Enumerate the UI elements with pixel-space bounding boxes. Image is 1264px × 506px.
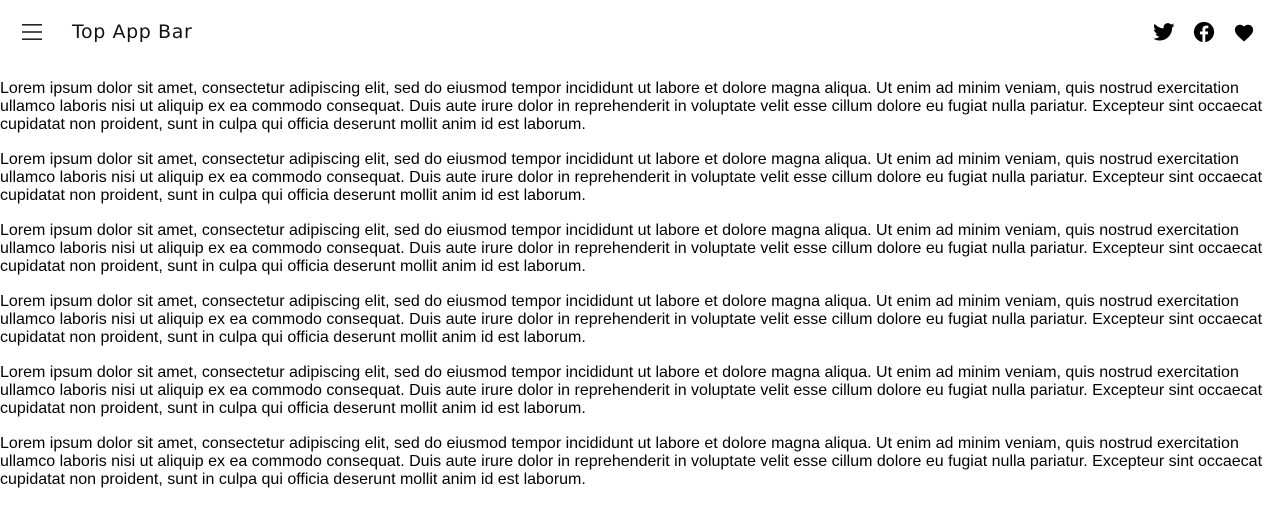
- facebook-icon: [1193, 21, 1215, 43]
- paragraph-line: Lorem ipsum dolor sit amet, consectetur …: [0, 293, 1239, 310]
- page-title: Top App Bar: [72, 21, 193, 43]
- paragraph: Lorem ipsum dolor sit amet, consectetur …: [0, 293, 1264, 347]
- paragraph-line: cupidatat non proident, sunt in culpa qu…: [0, 329, 586, 346]
- paragraph: Lorem ipsum dolor sit amet, consectetur …: [0, 222, 1264, 276]
- paragraph-line: Lorem ipsum dolor sit amet, consectetur …: [0, 364, 1239, 381]
- twitter-icon: [1153, 23, 1175, 41]
- menu-icon: [22, 24, 42, 40]
- paragraph-line: Lorem ipsum dolor sit amet, consectetur …: [0, 80, 1239, 97]
- facebook-button[interactable]: [1184, 12, 1224, 52]
- paragraph-line: cupidatat non proident, sunt in culpa qu…: [0, 116, 586, 133]
- top-app-bar: Top App Bar: [0, 0, 1264, 64]
- paragraph-line: cupidatat non proident, sunt in culpa qu…: [0, 258, 586, 275]
- paragraph: Lorem ipsum dolor sit amet, consectetur …: [0, 80, 1264, 134]
- paragraph-line: cupidatat non proident, sunt in culpa qu…: [0, 471, 586, 488]
- paragraph-line: ullamco laboris nisi ut aliquip ex ea co…: [0, 311, 1263, 328]
- favorite-button[interactable]: [1224, 12, 1264, 52]
- paragraph-line: cupidatat non proident, sunt in culpa qu…: [0, 187, 586, 204]
- paragraph: Lorem ipsum dolor sit amet, consectetur …: [0, 435, 1264, 489]
- heart-icon: [1234, 24, 1254, 42]
- paragraph-line: ullamco laboris nisi ut aliquip ex ea co…: [0, 453, 1263, 470]
- paragraph-line: ullamco laboris nisi ut aliquip ex ea co…: [0, 382, 1263, 399]
- main-content: Lorem ipsum dolor sit amet, consectetur …: [0, 80, 1264, 506]
- paragraph-line: Lorem ipsum dolor sit amet, consectetur …: [0, 151, 1239, 168]
- paragraph-line: ullamco laboris nisi ut aliquip ex ea co…: [0, 98, 1263, 115]
- paragraph-line: ullamco laboris nisi ut aliquip ex ea co…: [0, 240, 1263, 257]
- paragraph-line: cupidatat non proident, sunt in culpa qu…: [0, 400, 586, 417]
- paragraph: Lorem ipsum dolor sit amet, consectetur …: [0, 151, 1264, 205]
- paragraph: Lorem ipsum dolor sit amet, consectetur …: [0, 364, 1264, 418]
- paragraph-line: Lorem ipsum dolor sit amet, consectetur …: [0, 222, 1239, 239]
- twitter-button[interactable]: [1144, 12, 1184, 52]
- menu-button[interactable]: [8, 8, 56, 56]
- app-bar-actions: [1144, 12, 1264, 52]
- paragraph-line: ullamco laboris nisi ut aliquip ex ea co…: [0, 169, 1263, 186]
- paragraph-line: Lorem ipsum dolor sit amet, consectetur …: [0, 435, 1239, 452]
